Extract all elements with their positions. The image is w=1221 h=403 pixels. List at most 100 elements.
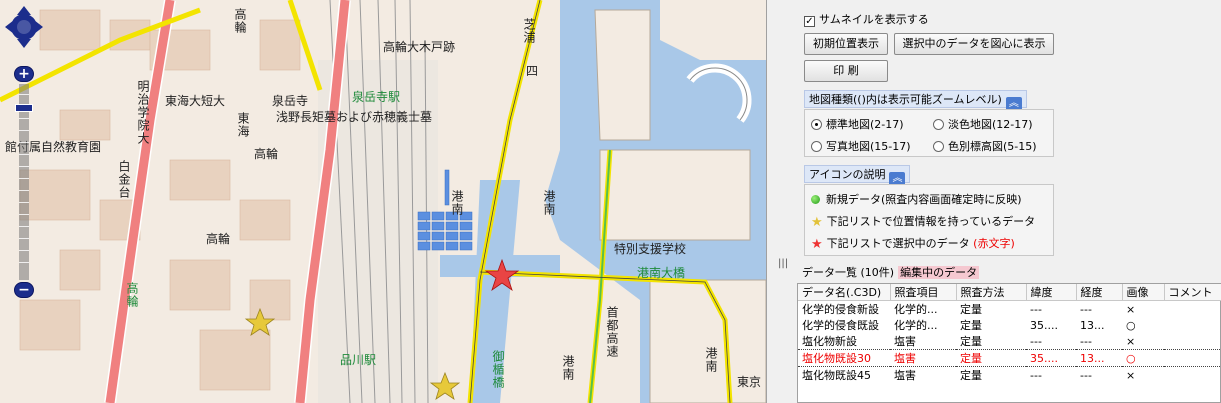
zoom-slider-track[interactable] [19, 84, 29, 280]
zoom-slider-handle[interactable] [15, 104, 33, 112]
table-cell: 塩化物新設 [802, 335, 857, 348]
map-place-label: 港南 [542, 190, 556, 216]
column-header[interactable]: 経度 [1076, 284, 1123, 301]
map-type-options: 標準地図(2-17) 淡色地図(12-17) 写真地図(15-17) 色別標高図… [804, 109, 1054, 157]
map-view[interactable]: 高輪 高輪大木戸跡 東海大短大 泉岳寺 泉岳寺駅 浅野長矩墓および赤穂義士墓 明治学院大 東海… [0, 0, 766, 403]
table-cell: 定量 [960, 369, 982, 382]
table-cell: 化学的侵食新設 [802, 303, 879, 316]
table-cell: 塩害 [894, 369, 916, 382]
map-place-label: 港南 [450, 190, 464, 216]
zoom-in-button[interactable]: + [14, 66, 34, 82]
table-cell: 定量 [960, 335, 982, 348]
map-place-label: 高輪大木戸跡 [383, 40, 456, 54]
table-cell: --- [1030, 334, 1042, 348]
thumbnail-label: サムネイルを表示する [819, 13, 929, 26]
table-cell: 35.... [1030, 318, 1058, 332]
table-cell: 13... [1080, 318, 1105, 332]
map-place-label: 高輪 [206, 232, 231, 246]
table-cell: 塩化物既設45 [802, 369, 871, 382]
initial-position-button[interactable]: 初期位置表示 [804, 33, 888, 55]
map-base [0, 0, 766, 403]
table-cell [1164, 317, 1221, 333]
map-place-label: 白金台 [117, 160, 131, 199]
map-place-label: 首都高速 [605, 306, 619, 358]
table-cell: --- [1080, 302, 1092, 316]
checkbox-checked-icon[interactable]: ✓ [804, 16, 815, 27]
map-place-label: 高輪 [233, 8, 247, 34]
column-header[interactable]: 照査項目 [890, 284, 957, 301]
map-type-header[interactable]: 地図種類(()内は表示可能ズームレベル) ︽ [804, 90, 1027, 112]
map-place-label: 泉岳寺駅 [352, 90, 401, 104]
table-row[interactable]: 塩化物既設30 塩害 定量 35.... 13... ○ [798, 349, 1221, 367]
radio-icon[interactable] [933, 119, 944, 130]
pan-control[interactable] [4, 4, 44, 50]
map-place-label: 特別支援学校 [614, 242, 687, 256]
map-type-option-pale[interactable]: 淡色地図(12-17) [933, 116, 1033, 132]
icon-legend-title: アイコンの説明 [809, 168, 886, 181]
radio-icon[interactable] [933, 141, 944, 152]
table-cell: 塩化物既設30 [798, 349, 890, 367]
icon-legend-header[interactable]: アイコンの説明 ︽ [804, 165, 911, 187]
table-cell: --- [1030, 368, 1042, 382]
control-panel: ✓ サムネイルを表示する 初期位置表示 選択中のデータを図心に表示 印 刷 地図種… [794, 0, 1221, 403]
map-place-label: 品川駅 [340, 353, 377, 367]
table-row[interactable]: 化学的侵食既設 化学的... 定量 35.... 13... ○ [798, 317, 1221, 333]
map-place-label: 東海大短大 [165, 94, 226, 108]
table-cell [1164, 349, 1221, 367]
map-place-label: 芝浦 [522, 18, 536, 44]
map-type-option-standard[interactable]: 標準地図(2-17) [811, 116, 904, 132]
table-cell: × [1126, 302, 1136, 316]
map-place-label: 東京 [737, 375, 762, 389]
zoom-control[interactable]: + − [14, 66, 34, 298]
table-cell: ○ [1122, 349, 1164, 367]
column-header[interactable]: 照査方法 [956, 284, 1027, 301]
map-type-title: 地図種類(()内は表示可能ズームレベル) [809, 93, 1002, 106]
table-cell: --- [1080, 334, 1092, 348]
map-place-label: 港南 [704, 347, 718, 373]
map-place-label: 四 [526, 64, 539, 78]
table-row[interactable]: 塩化物新設 塩害 定量 --- --- × [798, 333, 1221, 350]
table-cell: 化学的... [894, 303, 938, 316]
legend-has-position: 下記リストで位置情報を持っているデータ [826, 215, 1036, 228]
radio-selected-icon[interactable] [811, 119, 822, 130]
map-place-label: 東海 [236, 112, 250, 138]
column-header[interactable]: 緯度 [1026, 284, 1077, 301]
legend-new-data: 新規データ(照査内容画面確定時に反映) [826, 193, 1022, 206]
icon-legend-box: 新規データ(照査内容画面確定時に反映) ★ 下記リストで位置情報を持っているデータ… [804, 184, 1054, 256]
map-type-option-relief[interactable]: 色別標高図(5-15) [933, 138, 1037, 154]
column-header[interactable]: 画像 [1122, 284, 1165, 301]
print-button[interactable]: 印 刷 [804, 60, 888, 82]
table-cell: ○ [1126, 318, 1136, 332]
column-header[interactable]: データ名(.C3D) [798, 284, 891, 301]
map-place-label: 浅野長矩墓および赤穂義士墓 [276, 110, 433, 124]
column-header[interactable]: コメント [1164, 284, 1221, 301]
thumbnail-toggle[interactable]: ✓ サムネイルを表示する [804, 11, 929, 27]
table-cell: --- [1030, 302, 1042, 316]
data-list-title: データ一覧 (10件) [802, 266, 895, 279]
table-cell: 35.... [1026, 349, 1076, 367]
legend-selected: 下記リストで選択中のデータ [826, 237, 970, 250]
table-cell: 化学的侵食既設 [802, 319, 879, 332]
editing-badge: 編集中のデータ [898, 266, 980, 279]
map-place-label: 高輪 [125, 282, 139, 308]
map-place-label: 明治学院大 [136, 80, 150, 145]
map-place-label: 港南 [561, 355, 575, 381]
panel-splitter[interactable]: ||| [766, 0, 794, 403]
map-place-label: 泉岳寺 [272, 94, 309, 108]
table-cell: 定量 [960, 319, 982, 332]
red-star-icon: ★ [811, 237, 823, 252]
green-dot-icon [811, 195, 820, 204]
zoom-out-button[interactable]: − [14, 282, 34, 298]
table-cell: 化学的... [894, 319, 938, 332]
table-cell: --- [1080, 368, 1092, 382]
center-selected-button[interactable]: 選択中のデータを図心に表示 [894, 33, 1054, 55]
table-cell: 塩害 [890, 349, 956, 367]
map-place-label: 港南大橋 [637, 266, 686, 280]
map-type-option-photo[interactable]: 写真地図(15-17) [811, 138, 911, 154]
splitter-grip-icon: ||| [778, 258, 789, 269]
table-row[interactable]: 塩化物既設45 塩害 定量 --- --- × [798, 367, 1221, 384]
data-table[interactable]: データ名(.C3D) 照査項目 照査方法 緯度 経度 画像 コメント 化学的侵食新設化学的.… [797, 283, 1221, 403]
radio-icon[interactable] [811, 141, 822, 152]
table-cell: 13... [1076, 349, 1122, 367]
table-row[interactable]: 化学的侵食新設 化学的... 定量 --- --- × [798, 301, 1221, 318]
